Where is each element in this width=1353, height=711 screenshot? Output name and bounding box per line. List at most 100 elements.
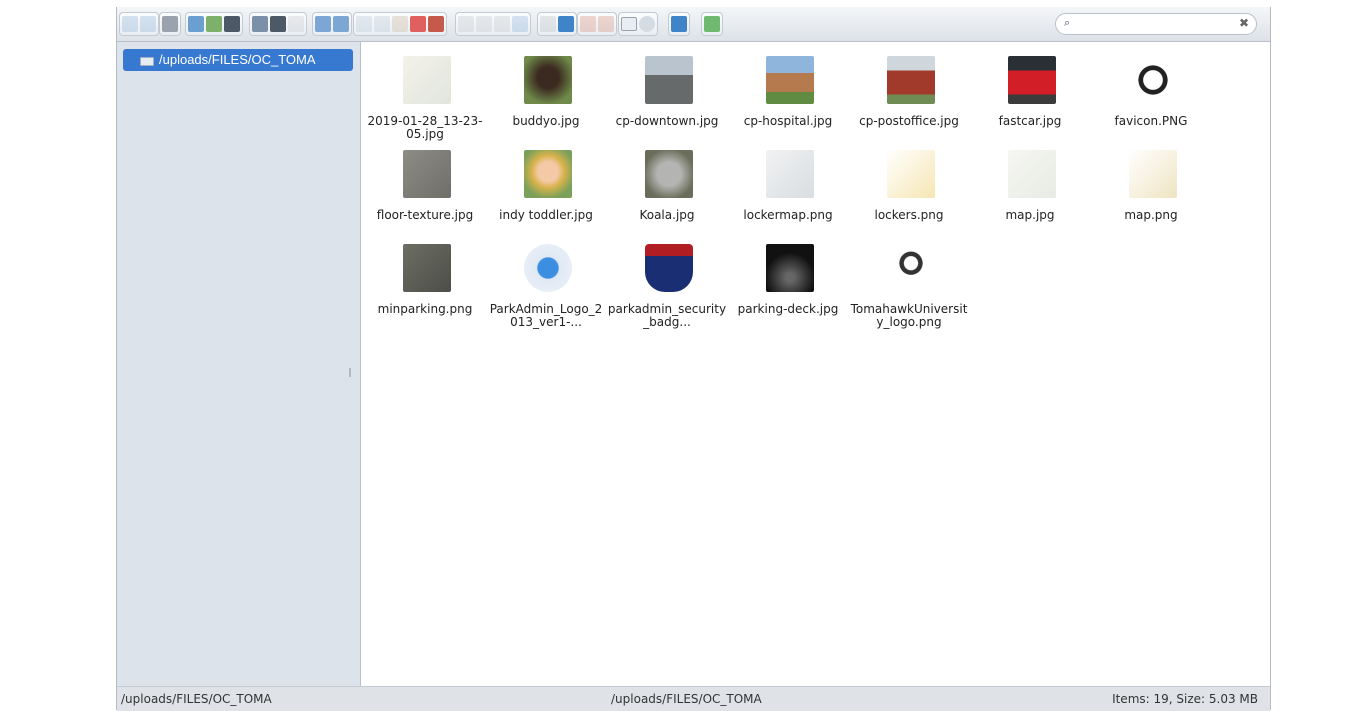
statusbar: /uploads/FILES/OC_TOMA /uploads/FILES/OC… xyxy=(117,686,1270,711)
file-item[interactable]: fastcar.jpg xyxy=(970,50,1090,143)
file-item[interactable]: minparking.png xyxy=(365,238,485,331)
file-item[interactable]: favicon.PNG xyxy=(1091,50,1211,143)
file-thumbnail xyxy=(766,244,814,292)
help-icon[interactable] xyxy=(671,16,687,32)
sort-icon[interactable] xyxy=(639,16,655,32)
file-thumbnail xyxy=(1008,150,1056,198)
file-item[interactable]: TomahawkUniversity_logo.png xyxy=(849,238,969,331)
info-icon[interactable] xyxy=(558,16,574,32)
file-thumbnail xyxy=(766,150,814,198)
search-box: ⌕ ✖ xyxy=(1055,13,1257,35)
file-item[interactable]: map.png xyxy=(1091,144,1211,237)
toolbar-group-navigation xyxy=(119,12,159,36)
file-name: lockermap.png xyxy=(743,208,833,222)
toolbar-group-modify xyxy=(455,12,531,36)
file-thumbnail xyxy=(403,56,451,104)
file-name: cp-downtown.jpg xyxy=(615,114,719,128)
file-name: indy toddler.jpg xyxy=(499,208,593,222)
edit-icon[interactable] xyxy=(494,16,510,32)
file-item[interactable]: parkadmin_security_badg... xyxy=(607,238,727,331)
tree-item-oc-toma[interactable]: /uploads/FILES/OC_TOMA xyxy=(123,49,353,71)
file-thumbnail xyxy=(524,56,572,104)
file-item[interactable]: indy toddler.jpg xyxy=(486,144,606,237)
empty-icon[interactable] xyxy=(428,16,444,32)
upload-icon[interactable] xyxy=(206,16,222,32)
navbar-tree: /uploads/FILES/OC_TOMA xyxy=(117,42,361,686)
redo-icon[interactable] xyxy=(333,16,349,32)
toolbar-group-fullscreen xyxy=(701,12,723,36)
file-thumbnail xyxy=(1129,56,1177,104)
view-icon[interactable] xyxy=(621,17,637,31)
sidebar-resize-handle[interactable] xyxy=(349,368,351,377)
toolbar-group-reload xyxy=(159,12,181,36)
search-icon[interactable]: ⌕ xyxy=(1064,16,1070,30)
mkdir-icon[interactable] xyxy=(252,16,268,32)
file-item[interactable]: parking-deck.jpg xyxy=(728,238,848,331)
file-name: minparking.png xyxy=(377,302,473,316)
file-thumbnail xyxy=(887,150,935,198)
file-name: cp-hospital.jpg xyxy=(743,114,833,128)
resize-icon[interactable] xyxy=(512,16,528,32)
search-input[interactable] xyxy=(1078,16,1232,32)
file-item[interactable]: map.jpg xyxy=(970,144,1090,237)
file-thumbnail xyxy=(524,150,572,198)
status-summary: Items: 19, Size: 5.03 MB xyxy=(1112,692,1258,706)
file-thumbnail xyxy=(403,150,451,198)
file-item[interactable]: ParkAdmin_Logo_2013_ver1-... xyxy=(486,238,606,331)
archive-icon[interactable] xyxy=(598,16,614,32)
delete-icon[interactable] xyxy=(410,16,426,32)
file-name: Koala.jpg xyxy=(639,208,695,222)
status-path-left: /uploads/FILES/OC_TOMA xyxy=(121,692,272,706)
copy-icon[interactable] xyxy=(356,16,372,32)
toolbar-group-view-info xyxy=(537,12,577,36)
duplicate-icon[interactable] xyxy=(458,16,474,32)
new-document-icon[interactable] xyxy=(288,16,304,32)
cut-icon[interactable] xyxy=(374,16,390,32)
file-name: cp-postoffice.jpg xyxy=(859,114,959,128)
toolbar: ⌕ ✖ xyxy=(117,7,1270,42)
file-item[interactable]: buddyo.jpg xyxy=(486,50,606,143)
toolbar-group-archive xyxy=(577,12,617,36)
drive-icon xyxy=(140,57,154,66)
file-item[interactable]: cp-hospital.jpg xyxy=(728,50,848,143)
file-name: map.png xyxy=(1124,208,1178,222)
fullscreen-icon[interactable] xyxy=(704,16,720,32)
clear-search-icon[interactable]: ✖ xyxy=(1239,16,1249,30)
mkfile-icon[interactable] xyxy=(270,16,286,32)
file-item[interactable]: Koala.jpg xyxy=(607,144,727,237)
status-path-center: /uploads/FILES/OC_TOMA xyxy=(611,692,762,706)
undo-icon[interactable] xyxy=(315,16,331,32)
toolbar-group-edit xyxy=(353,12,447,36)
save-icon[interactable] xyxy=(224,16,240,32)
file-thumbnail xyxy=(1008,56,1056,104)
file-item[interactable]: lockermap.png xyxy=(728,144,848,237)
file-item[interactable]: floor-texture.jpg xyxy=(365,144,485,237)
file-name: map.jpg xyxy=(1005,208,1055,222)
file-item[interactable]: cp-downtown.jpg xyxy=(607,50,727,143)
toolbar-group-help xyxy=(668,12,690,36)
file-name: lockers.png xyxy=(874,208,944,222)
back-icon[interactable] xyxy=(122,16,138,32)
file-thumbnail xyxy=(887,56,935,104)
file-name: parking-deck.jpg xyxy=(737,302,839,316)
file-name: parkadmin_security_badg... xyxy=(607,302,727,329)
file-name: TomahawkUniversity_logo.png xyxy=(850,302,968,329)
file-thumbnail xyxy=(645,150,693,198)
open-icon[interactable] xyxy=(188,16,204,32)
toolbar-group-create xyxy=(249,12,307,36)
extract-icon[interactable] xyxy=(580,16,596,32)
file-item[interactable]: lockers.png xyxy=(849,144,969,237)
file-thumbnail xyxy=(403,244,451,292)
file-name: fastcar.jpg xyxy=(998,114,1062,128)
reload-icon[interactable] xyxy=(162,16,178,32)
preview-icon[interactable] xyxy=(540,16,556,32)
file-thumbnail xyxy=(887,244,935,292)
rename-icon[interactable] xyxy=(476,16,492,32)
paste-icon[interactable] xyxy=(392,16,408,32)
tree-item-label: /uploads/FILES/OC_TOMA xyxy=(159,52,316,67)
file-name: 2019-01-28_13-23-05.jpg xyxy=(367,114,483,141)
file-item[interactable]: cp-postoffice.jpg xyxy=(849,50,969,143)
forward-icon[interactable] xyxy=(140,16,156,32)
file-item[interactable]: 2019-01-28_13-23-05.jpg xyxy=(365,50,485,143)
file-thumbnail xyxy=(766,56,814,104)
